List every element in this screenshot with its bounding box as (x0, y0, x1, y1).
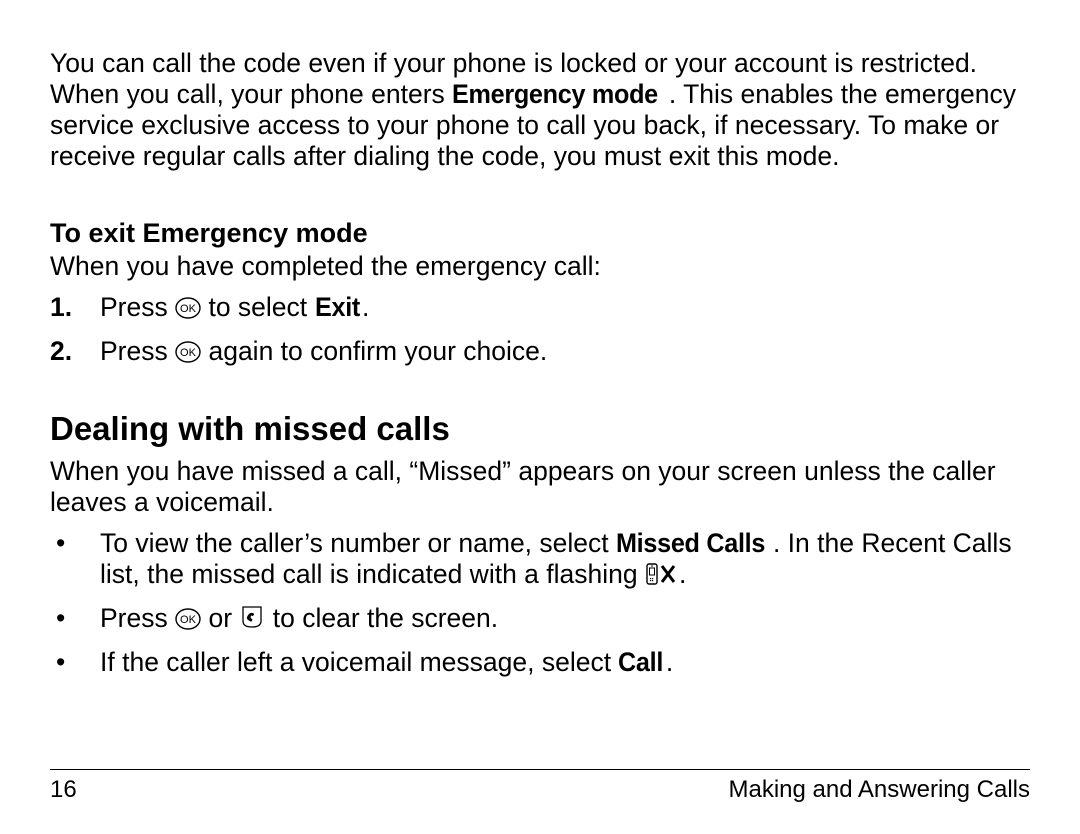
ok-key-icon: OK (175, 295, 201, 326)
b1-pre: To view the caller’s number or name, sel… (100, 528, 616, 558)
ok-key-icon: OK (175, 339, 201, 370)
step-1-end: . (362, 292, 369, 322)
page-number: 16 (50, 776, 77, 804)
b1-end: . (679, 559, 686, 589)
b2-post: to clear the screen. (265, 603, 498, 633)
step-2-marker: 2. (50, 336, 72, 367)
footer-row: 16 Making and Answering Calls (50, 776, 1030, 804)
intro-paragraph: You can call the code even if your phone… (50, 48, 1030, 172)
missed-intro-paragraph: When you have missed a call, “Missed” ap… (50, 456, 1030, 518)
missed-call-phone-icon (645, 562, 679, 593)
step-2-post: again to confirm your choice. (201, 336, 547, 366)
emergency-mode-term: Emergency mode (452, 79, 658, 110)
b3-pre: If the caller left a voicemail message, … (100, 647, 618, 677)
bullet-voicemail: • If the caller left a voicemail message… (50, 647, 1030, 678)
svg-text:OK: OK (180, 347, 197, 359)
missed-calls-label: Missed Calls (616, 528, 765, 559)
call-label: Call (618, 647, 663, 678)
step-2-pre: Press (100, 336, 175, 366)
step-1-pre: Press (100, 292, 175, 322)
ok-key-icon: OK (175, 606, 201, 637)
bullet-view-caller: • To view the caller’s number or name, s… (50, 528, 1030, 593)
exit-steps-list: 1. Press OK to select Exit. 2. Press OK … (50, 292, 1030, 370)
missed-calls-bullets: • To view the caller’s number or name, s… (50, 528, 1030, 678)
exit-step-2: 2. Press OK again to confirm your choice… (50, 336, 1030, 370)
exit-lead-text: When you have completed the emergency ca… (50, 251, 1030, 282)
manual-page: You can call the code even if your phone… (0, 0, 1080, 834)
bullet-clear-screen: • Press OK or to clear the screen. (50, 603, 1030, 637)
missed-calls-heading: Dealing with missed calls (50, 370, 1030, 456)
exit-step-1: 1. Press OK to select Exit. (50, 292, 1030, 326)
end-key-icon (239, 604, 265, 637)
bullet-icon: • (56, 528, 65, 559)
page-footer: 16 Making and Answering Calls (50, 769, 1030, 804)
b3-post: . (666, 647, 673, 677)
exit-mode-heading: To exit Emergency mode (50, 172, 1030, 251)
svg-text:OK: OK (180, 303, 197, 315)
b2-pre: Press (100, 603, 175, 633)
bullet-icon: • (56, 603, 65, 634)
footer-rule (50, 769, 1030, 770)
svg-text:OK: OK (180, 614, 197, 626)
exit-label: Exit (315, 292, 360, 323)
section-title: Making and Answering Calls (729, 776, 1031, 804)
bullet-icon: • (56, 647, 65, 678)
b2-or: or (201, 603, 239, 633)
step-1-mid: to select (201, 292, 314, 322)
step-1-marker: 1. (50, 292, 72, 323)
